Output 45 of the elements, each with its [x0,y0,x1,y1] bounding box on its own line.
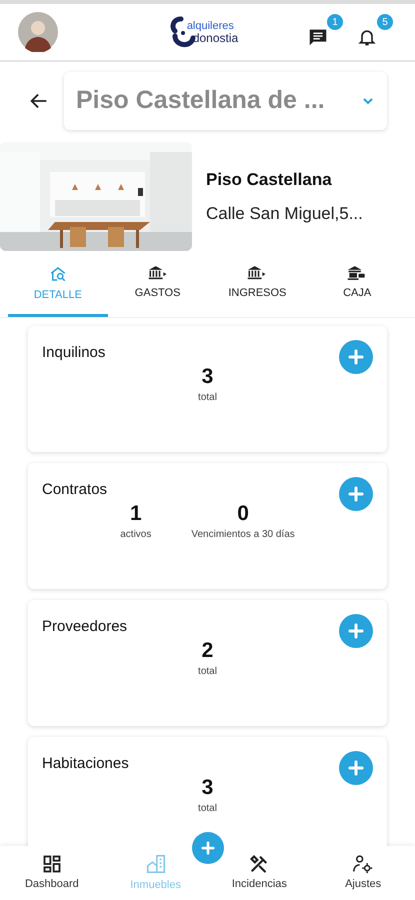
plus-icon [348,760,364,776]
nav-item[interactable]: Incidencias [208,854,312,892]
card-title: Habitaciones [42,754,129,774]
plus-icon [348,486,364,502]
stat-value: 1 [130,502,142,524]
logo-text-top: alquileres [186,20,235,32]
bank-icon [148,265,168,281]
property-address: Calle San Miguel,5... [206,202,363,224]
card-title: Proveedores [42,616,128,636]
stat-label: activos [120,530,152,540]
chevron-down-icon [361,96,375,106]
property-name: Piso Castellana [206,169,333,191]
message-count-badge: 1 [327,14,343,30]
nav-item[interactable]: Ajustes [311,854,415,892]
stat-label: total [198,804,217,814]
stat-label: total [198,666,217,676]
nav-item[interactable]: Dashboard [0,854,104,892]
notification-count-badge: 5 [377,14,393,30]
building-icon [144,852,167,875]
card-title: Contratos [42,480,108,500]
add-button[interactable] [339,750,373,784]
add-button[interactable] [339,476,373,510]
stat-value: 3 [202,776,214,798]
cash-icon [347,265,368,281]
plus-icon [201,841,215,855]
stat-value: 3 [202,366,214,386]
plus-icon [348,622,364,638]
tab[interactable]: INGRESOS [208,259,308,316]
avatar[interactable] [18,12,58,52]
plus-icon [348,348,364,364]
stat-label: total [198,392,217,402]
stat-value: 2 [202,640,214,660]
house-search-icon [48,265,67,283]
tools-icon [249,854,270,874]
tab[interactable]: GASTOS [108,259,208,316]
tab[interactable]: CAJA [307,259,407,316]
stat-value: 0 [237,502,249,524]
card-title: Inquilinos [42,342,106,362]
user-settings-icon [352,854,374,874]
add-button[interactable] [339,340,373,374]
stat-label: Vencimientos a 30 días [191,530,295,540]
add-button[interactable] [339,614,373,648]
logo-text-bottom: donostia [192,32,238,44]
bank-icon [247,265,268,281]
dashboard-icon [42,854,62,874]
